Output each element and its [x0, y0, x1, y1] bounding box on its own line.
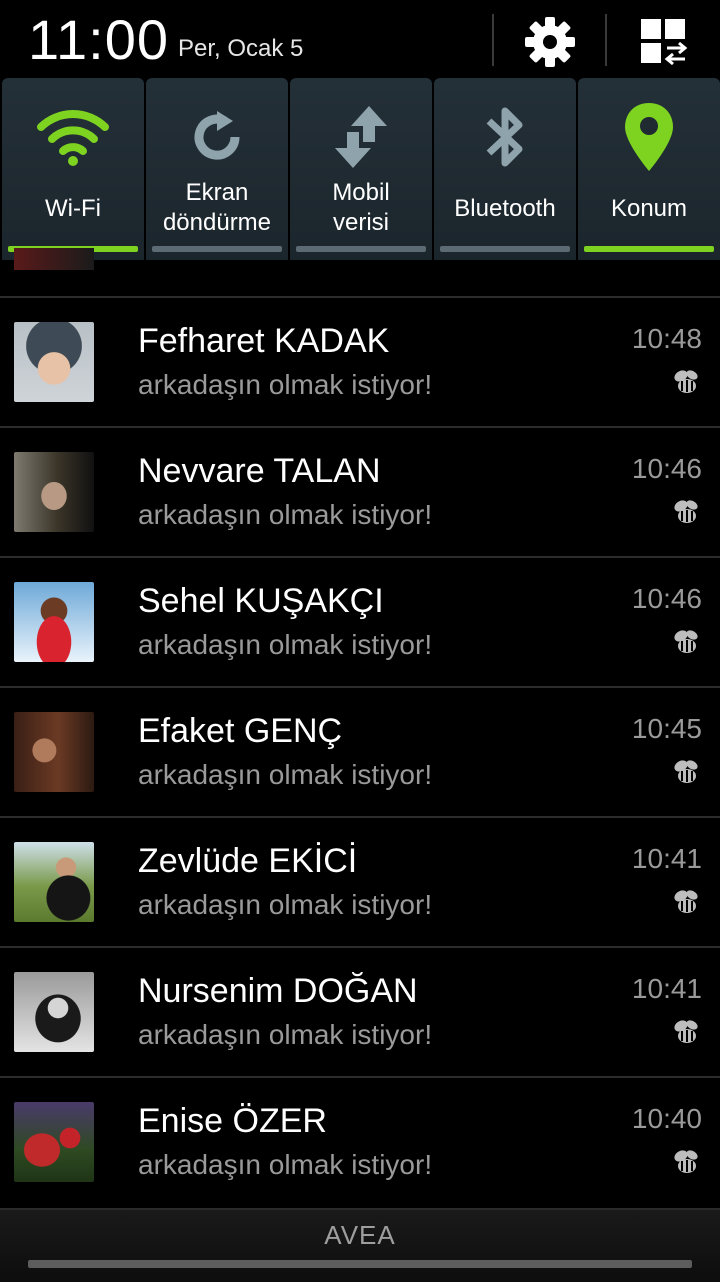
notification-title: Zevlüde EKİCİ [138, 842, 358, 880]
toggle-mobile-data[interactable]: Mobil verisi [290, 78, 432, 260]
notification-time: 10:46 [631, 453, 702, 484]
notification-title: Nursenim DOĞAN [138, 972, 418, 1010]
clock: 11:00 [28, 8, 169, 71]
avatar [14, 712, 94, 792]
toggle-label: Konum [610, 195, 688, 222]
carrier-label: AVEA [324, 1220, 396, 1250]
notification-message: arkadaşın olmak istiyor! [138, 629, 433, 660]
notification-time: 10:41 [631, 973, 702, 1004]
app-icon [674, 630, 698, 653]
status-header: 11:00 Per, Ocak 5 [0, 0, 720, 80]
app-icon [674, 500, 698, 523]
avatar [14, 842, 94, 922]
wifi-icon [37, 110, 109, 166]
notification-item[interactable]: Zevlüde EKİCİ arkadaşın olmak istiyor! 1… [0, 818, 720, 946]
app-icon [674, 760, 698, 783]
avatar [14, 582, 94, 662]
app-icon [674, 370, 698, 393]
settings-button[interactable] [520, 12, 580, 72]
notification-message: arkadaşın olmak istiyor! [138, 889, 433, 920]
notification-item[interactable]: Fefharet KADAK arkadaşın olmak istiyor! … [0, 298, 720, 426]
notification-message: arkadaşın olmak istiyor! [138, 759, 433, 790]
notification-item[interactable]: Nevvare TALAN arkadaşın olmak istiyor! 1… [0, 428, 720, 556]
avatar [14, 322, 94, 402]
toggle-label: Mobil [332, 179, 390, 206]
avatar [14, 248, 94, 270]
notification-item[interactable]: Efaket GENÇ arkadaşın olmak istiyor! 10:… [0, 688, 720, 816]
toggle-label: döndürme [162, 209, 272, 236]
notification-message: arkadaşın olmak istiyor! [138, 1149, 433, 1180]
location-pin-icon [625, 103, 673, 171]
quick-settings-panel: Wi-Fi Ekran döndürme Mobil verisi Blueto… [0, 78, 720, 264]
notification-item[interactable]: Sehel KUŞAKÇI arkadaşın olmak istiyor! 1… [0, 558, 720, 686]
notification-time: 10:40 [631, 1103, 702, 1134]
app-icon [674, 1150, 698, 1173]
bluetooth-icon [486, 107, 523, 167]
toggle-location[interactable]: Konum [578, 78, 720, 260]
toggle-bluetooth[interactable]: Bluetooth [434, 78, 576, 260]
notification-time: 10:45 [631, 713, 702, 744]
notification-title: Efaket GENÇ [138, 712, 343, 750]
carrier-footer: AVEA [0, 1208, 720, 1282]
notification-time: 10:46 [631, 583, 702, 614]
rotate-icon [194, 111, 240, 160]
avatar [14, 972, 94, 1052]
notification-time: 10:48 [631, 323, 702, 354]
notification-item[interactable]: Enise ÖZER arkadaşın olmak istiyor! 10:4… [0, 1078, 720, 1206]
mobile-data-icon [335, 106, 387, 168]
divider [605, 14, 607, 66]
toggle-label: Bluetooth [454, 195, 556, 222]
app-icon [674, 890, 698, 913]
avatar [14, 1102, 94, 1182]
notification-title: Fefharet KADAK [138, 322, 390, 360]
grid-swap-icon [641, 19, 688, 66]
divider [492, 14, 494, 66]
notification-item[interactable]: Nursenim DOĞAN arkadaşın olmak istiyor! … [0, 948, 720, 1076]
gear-icon [525, 17, 575, 67]
toggle-wifi[interactable]: Wi-Fi [2, 78, 144, 260]
toggle-label: Ekran [185, 179, 249, 206]
notification-message: arkadaşın olmak istiyor! [138, 499, 433, 530]
notification-message: arkadaşın olmak istiyor! [138, 369, 433, 400]
toggle-label: verisi [332, 209, 389, 236]
notification-title: Enise ÖZER [138, 1102, 327, 1140]
date: Per, Ocak 5 [178, 35, 304, 62]
notification-message: arkadaşın olmak istiyor! [138, 1019, 433, 1050]
toggle-label: Wi-Fi [45, 195, 101, 222]
notification-title: Nevvare TALAN [138, 452, 381, 490]
toggle-screen-rotation[interactable]: Ekran döndürme [146, 78, 288, 260]
app-icon [674, 1020, 698, 1043]
avatar [14, 452, 94, 532]
notification-time: 10:41 [631, 843, 702, 874]
scrolled-notification [0, 248, 720, 296]
edit-toggles-button[interactable] [634, 12, 694, 72]
notification-title: Sehel KUŞAKÇI [138, 582, 384, 620]
drag-handle[interactable] [28, 1260, 692, 1268]
